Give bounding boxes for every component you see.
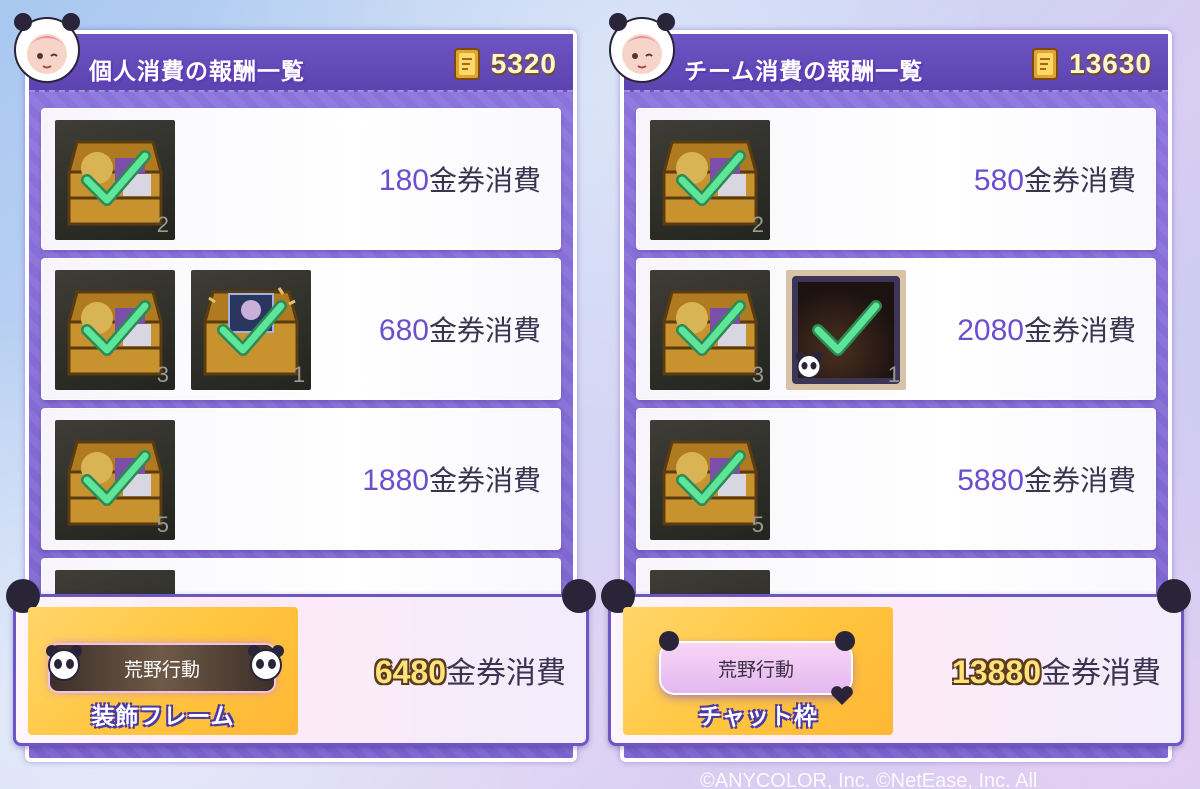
green-check-icon — [81, 300, 151, 356]
cost-unit: 金券消費 — [1023, 314, 1136, 347]
cost-number: 2080 — [957, 314, 1024, 347]
item-quantity: 2 — [156, 212, 169, 237]
final-reward-row: 荒野行動 装飾フレーム 6480金券消費 — [6, 579, 596, 746]
reward-row: 2 580金券消費 — [636, 108, 1156, 250]
nameplate-text: 荒野行動 — [717, 659, 794, 681]
panel-header: 個人消費の報酬一覧 5320 — [14, 13, 573, 92]
panda-ear-decoration — [562, 579, 596, 613]
page-title: 個人消費の報酬一覧 — [89, 59, 305, 85]
reward-item-name: 装飾フレーム — [91, 704, 235, 730]
panda-icon — [795, 351, 823, 379]
reward-row: 5 5880金券消費 — [636, 408, 1156, 550]
cost-label: 2080金券消費 — [957, 309, 1136, 349]
copyright-text: ©ANYCOLOR, Inc. ©NetEase, Inc. All — [700, 770, 1038, 789]
reward-chest-tile[interactable]: 3 — [55, 270, 175, 390]
green-check-icon — [81, 450, 151, 506]
gold-ticket-icon — [453, 48, 480, 80]
cost-unit: 金券消費 — [428, 164, 541, 197]
cost-label: 180金券消費 — [379, 159, 541, 199]
final-cost-number: 13880 — [952, 654, 1041, 690]
reward-item-name: チャット枠 — [698, 704, 818, 730]
reward-row: 5 1880金券消費 — [41, 408, 561, 550]
final-cost-unit: 金券消費 — [446, 656, 566, 691]
panda-ear-icon — [659, 631, 679, 651]
reward-row: 3 1 2080金券消費 — [636, 258, 1156, 400]
reward-chest-tile[interactable]: 2 — [55, 120, 175, 240]
green-check-icon — [676, 150, 746, 206]
personal-rewards-panel: 個人消費の報酬一覧 5320 2 180金券消費 3 1 680金券消費 5 1… — [6, 13, 596, 762]
panel-header: チーム消費の報酬一覧 13630 — [609, 13, 1168, 92]
final-reward-row: 荒野行動 チャット枠 13880金券消費 — [601, 579, 1191, 746]
cost-number: 180 — [378, 164, 429, 197]
panda-girl-avatar-icon — [609, 13, 675, 83]
reward-row-partial — [41, 558, 561, 598]
chat-frame-reward-tile[interactable]: 荒野行動 チャット枠 — [623, 607, 893, 735]
cost-number: 680 — [378, 314, 429, 347]
cost-number: 5880 — [957, 464, 1024, 497]
chat-bubble-preview: 荒野行動 — [661, 643, 851, 693]
reward-chest-tile[interactable]: 2 — [650, 120, 770, 240]
item-quantity: 2 — [751, 212, 764, 237]
green-check-icon — [676, 300, 746, 356]
item-quantity: 3 — [156, 362, 169, 387]
balance-display: 5320 — [453, 47, 557, 81]
cost-unit: 金券消費 — [428, 314, 541, 347]
item-quantity: 1 — [887, 362, 900, 387]
reward-row: 3 1 680金券消費 — [41, 258, 561, 400]
balance-value: 5320 — [490, 48, 557, 79]
cost-number: 580 — [973, 164, 1024, 197]
cost-unit: 金券消費 — [1023, 164, 1136, 197]
green-check-icon — [676, 450, 746, 506]
cost-label: 680金券消費 — [379, 309, 541, 349]
green-check-icon — [81, 150, 151, 206]
reward-row: 2 180金券消費 — [41, 108, 561, 250]
final-cost-unit: 金券消費 — [1041, 656, 1161, 691]
decor-frame-reward-tile[interactable]: 荒野行動 装飾フレーム — [28, 607, 298, 735]
final-cost-label: 13880金券消費 — [952, 648, 1161, 692]
item-quantity: 3 — [751, 362, 764, 387]
cost-label: 1880金券消費 — [362, 459, 541, 499]
team-rewards-panel: チーム消費の報酬一覧 13630 2 580金券消費 3 1 2080金券消費 … — [601, 13, 1191, 762]
reward-chest-tile[interactable]: 3 — [650, 270, 770, 390]
panda-ear-icon — [835, 631, 855, 651]
gold-ticket-icon — [1032, 48, 1059, 80]
avatar-frame-reward-tile[interactable]: 1 — [786, 270, 906, 390]
balance-value: 13630 — [1069, 48, 1152, 79]
page-title: チーム消費の報酬一覧 — [684, 59, 924, 85]
panda-icon — [46, 645, 82, 681]
cost-unit: 金券消費 — [1023, 464, 1136, 497]
cost-number: 1880 — [362, 464, 429, 497]
cost-unit: 金券消費 — [428, 464, 541, 497]
item-quantity: 5 — [156, 512, 169, 537]
reward-chest-tile[interactable]: 5 — [55, 420, 175, 540]
reward-chest-tile[interactable]: 5 — [650, 420, 770, 540]
item-quantity: 5 — [751, 512, 764, 537]
cost-label: 5880金券消費 — [957, 459, 1136, 499]
balance-display: 13630 — [1031, 47, 1152, 81]
cost-label: 580金券消費 — [974, 159, 1136, 199]
panda-girl-avatar-icon — [14, 13, 80, 83]
reward-row-partial — [636, 558, 1156, 598]
green-check-icon — [217, 300, 287, 356]
final-cost-number: 6480 — [374, 654, 446, 690]
panda-ear-decoration — [1157, 579, 1191, 613]
reward-chest-tile[interactable]: 1 — [191, 270, 311, 390]
final-cost-label: 6480金券消費 — [375, 648, 566, 692]
item-quantity: 1 — [292, 362, 305, 387]
panda-icon — [248, 645, 284, 681]
